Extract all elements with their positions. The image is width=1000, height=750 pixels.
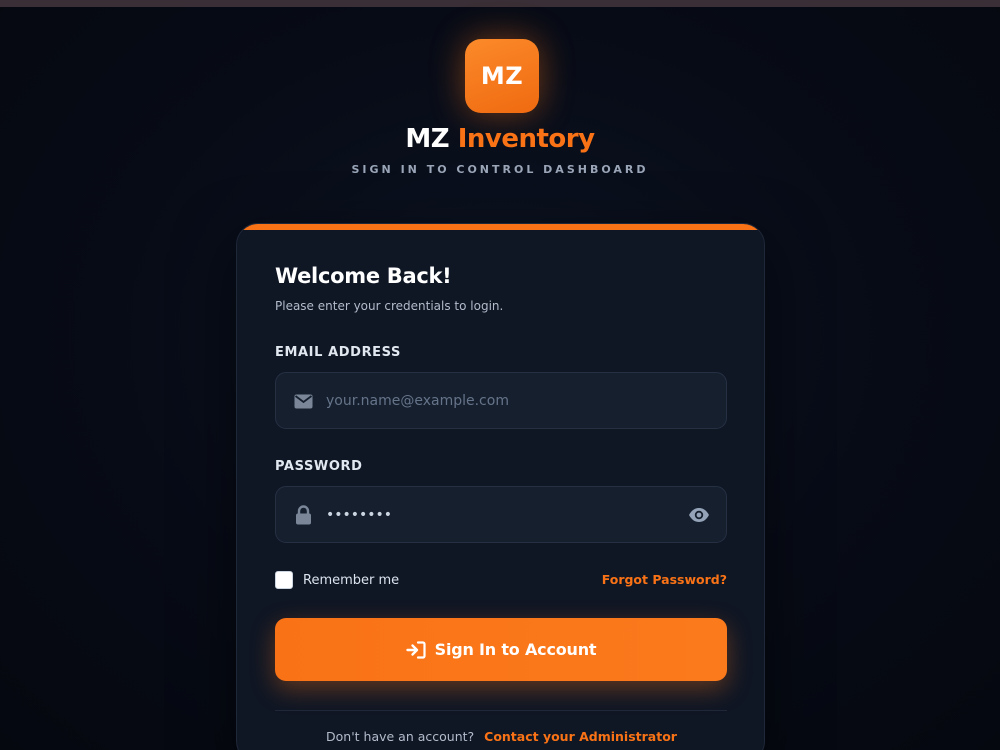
footer-text: Don't have an account? [326, 729, 475, 744]
envelope-icon [293, 391, 313, 411]
brand-name-part2: Inventory [457, 124, 595, 154]
app-logo: MZ [465, 39, 539, 113]
brand-name-part1: MZ [405, 124, 450, 154]
password-field-container [275, 486, 727, 543]
email-input[interactable] [326, 373, 666, 428]
remember-me-checkbox[interactable] [275, 571, 293, 589]
login-title: Welcome Back! [275, 264, 452, 288]
remember-me-label[interactable]: Remember me [303, 573, 399, 588]
login-card: Welcome Back! Please enter your credenti… [236, 223, 765, 750]
eye-icon[interactable] [688, 504, 710, 526]
login-subtitle: Please enter your credentials to login. [275, 299, 504, 313]
email-field-container [275, 372, 727, 429]
forgot-password-link[interactable]: Forgot Password? [602, 572, 727, 587]
lock-icon [293, 505, 313, 525]
card-accent-bar [237, 224, 764, 230]
footer-row: Don't have an account? Contact your Admi… [237, 729, 764, 744]
sign-in-button[interactable]: Sign In to Account [275, 618, 727, 681]
top-strip [0, 0, 1000, 7]
password-label: PASSWORD [275, 459, 363, 474]
app-tagline: SIGN IN TO CONTROL DASHBOARD [351, 163, 649, 176]
sign-in-button-label: Sign In to Account [434, 640, 597, 659]
logo-text: MZ [480, 62, 524, 90]
contact-admin-link[interactable]: Contact your Administrator [484, 729, 677, 744]
remember-me-row: Remember me [275, 571, 399, 589]
email-label: EMAIL ADDRESS [275, 345, 401, 360]
app-brand-name: MZ Inventory [0, 124, 1000, 154]
password-input[interactable] [326, 487, 666, 542]
divider [275, 710, 727, 711]
sign-in-icon [405, 640, 426, 660]
